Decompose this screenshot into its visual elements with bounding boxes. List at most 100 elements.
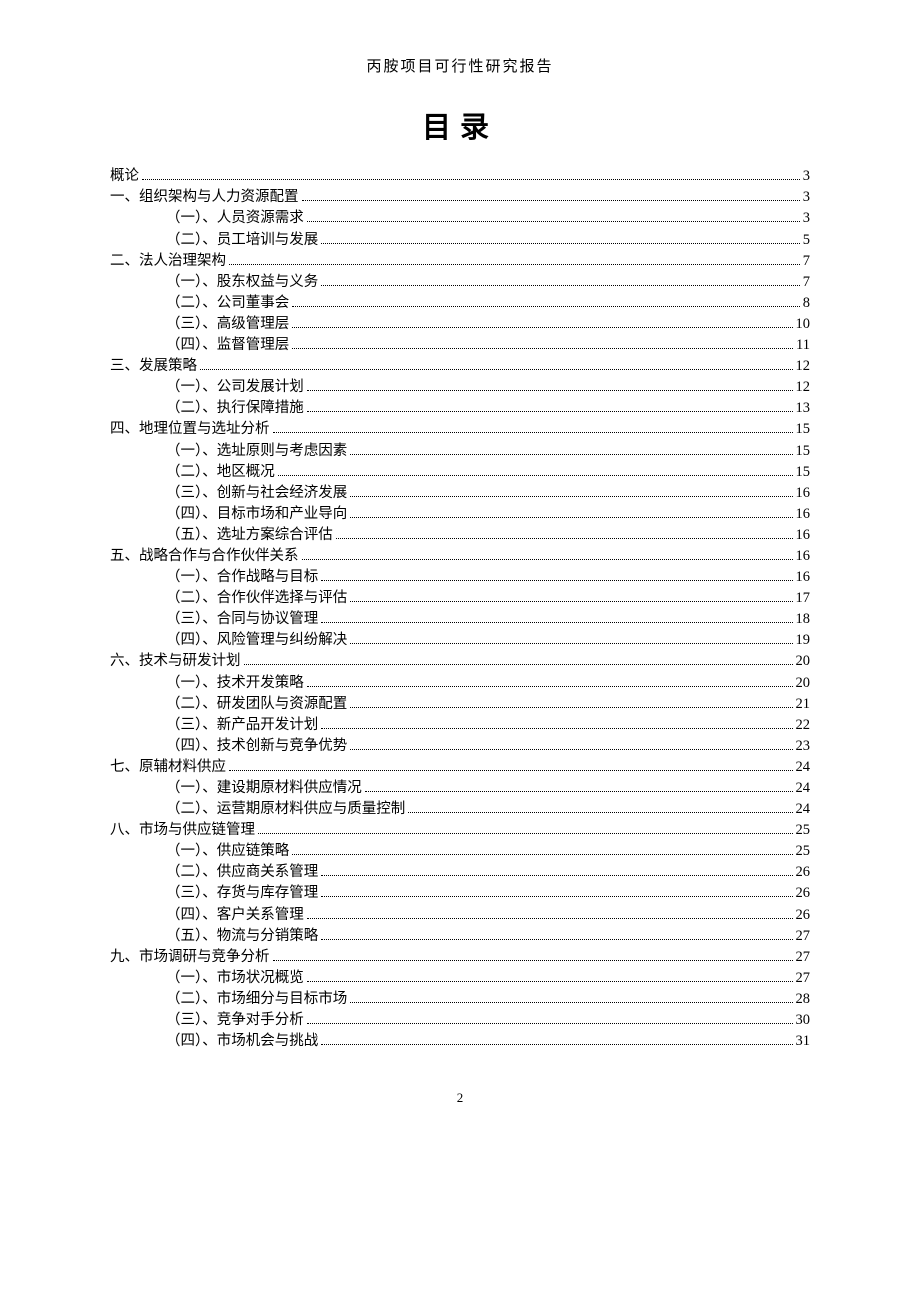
toc-entry-label: （四）、监督管理层 <box>166 338 289 353</box>
document-page: 丙胺项目可行性研究报告 目录 概论 3 一、组织架构与人力资源配置3（一）、人员资源… <box>0 0 920 1146</box>
toc-leader-dots <box>365 782 793 792</box>
toc-entry: 概论 3 <box>110 166 810 187</box>
toc-leader-dots <box>229 255 800 265</box>
toc-entry-label: （一）、技术开发策略 <box>166 676 304 691</box>
toc-entry: （一）、建设期原材料供应情况 24 <box>110 778 810 799</box>
toc-leader-dots <box>142 171 800 181</box>
toc-leader-dots <box>307 213 800 223</box>
toc-entry: （三）、存货与库存管理26 <box>110 883 810 904</box>
toc-entry-page: 28 <box>796 992 811 1007</box>
toc-leader-dots <box>292 297 800 307</box>
toc-entry: （四）、客户关系管理26 <box>110 904 810 925</box>
toc-entry-page: 24 <box>796 781 811 796</box>
toc-entry-page: 25 <box>796 844 811 859</box>
toc-entry-label: 七、原辅材料供应 <box>110 760 226 775</box>
toc-entry-label: （一）、股东权益与义务 <box>166 275 318 290</box>
toc-entry-label: （一）、建设期原材料供应情况 <box>166 781 362 796</box>
toc-leader-dots <box>273 424 793 434</box>
toc-entry-page: 20 <box>796 676 811 691</box>
toc-entry-page: 11 <box>796 338 810 353</box>
toc-entry: 二、法人治理架构7 <box>110 250 810 271</box>
toc-leader-dots <box>307 972 793 982</box>
toc-leader-dots <box>321 930 792 940</box>
toc-entry-label: （四）、目标市场和产业导向 <box>166 507 347 522</box>
toc-entry-page: 5 <box>803 233 810 248</box>
toc-entry-page: 24 <box>796 802 811 817</box>
toc-leader-dots <box>307 909 793 919</box>
toc-entry-page: 18 <box>796 612 811 627</box>
toc-entry-label: （二）、公司董事会 <box>166 296 289 311</box>
toc-entry-page: 15 <box>796 422 811 437</box>
toc-leader-dots <box>292 318 792 328</box>
toc-entry-page: 30 <box>796 1013 811 1028</box>
toc-entry-label: 概论 <box>110 169 139 184</box>
toc-entry: （三）、创新与社会经济发展16 <box>110 482 810 503</box>
toc-entry-page: 16 <box>796 570 811 585</box>
toc-leader-dots <box>292 339 793 349</box>
toc-leader-dots <box>350 740 792 750</box>
toc-entry-page: 26 <box>796 908 811 923</box>
toc-entry-page: 31 <box>796 1034 811 1049</box>
toc-leader-dots <box>244 656 793 666</box>
toc-entry-page: 8 <box>803 296 810 311</box>
toc-entry-label: （三）、合同与协议管理 <box>166 612 318 627</box>
toc-entry: （二）、供应商关系管理 26 <box>110 862 810 883</box>
toc-leader-dots <box>321 867 792 877</box>
toc-entry-page: 25 <box>796 823 811 838</box>
toc-entry-label: （二）、员工培训与发展 <box>166 233 318 248</box>
toc-leader-dots <box>307 677 793 687</box>
toc-entry: （四）、技术创新与竞争优势23 <box>110 736 810 757</box>
running-header: 丙胺项目可行性研究报告 <box>110 55 810 76</box>
toc-entry: （一）、公司发展计划12 <box>110 377 810 398</box>
toc-entry-page: 16 <box>796 549 811 564</box>
toc-entry: （二）、合作伙伴选择与评估17 <box>110 588 810 609</box>
toc-entry: 三、发展策略 12 <box>110 356 810 377</box>
toc-leader-dots <box>307 403 793 413</box>
toc-entry: （五）、选址方案综合评估16 <box>110 525 810 546</box>
toc-entry: （一）、技术开发策略 20 <box>110 672 810 693</box>
toc-entry-label: （二）、执行保障措施 <box>166 401 304 416</box>
toc-entry-page: 10 <box>796 317 811 332</box>
toc-leader-dots <box>321 614 792 624</box>
toc-entry-page: 12 <box>796 359 811 374</box>
toc-entry-label: （二）、市场细分与目标市场 <box>166 992 347 1007</box>
toc-entry: （一）、人员资源需求3 <box>110 208 810 229</box>
toc-leader-dots <box>350 698 792 708</box>
toc-entry-page: 24 <box>796 760 811 775</box>
toc-entry: （二）、地区概况15 <box>110 461 810 482</box>
toc-entry: （二）、运营期原材料供应与质量控制 24 <box>110 799 810 820</box>
toc-entry-page: 16 <box>796 486 811 501</box>
toc-title: 目录 <box>110 104 810 146</box>
toc-entry: （二）、公司董事会 8 <box>110 293 810 314</box>
toc-entry: （三）、竞争对手分析30 <box>110 1010 810 1031</box>
toc-leader-dots <box>302 550 793 560</box>
toc-entry: （四）、目标市场和产业导向 16 <box>110 504 810 525</box>
toc-entry-label: 九、市场调研与竞争分析 <box>110 950 270 965</box>
toc-entry-label: （三）、高级管理层 <box>166 317 289 332</box>
toc-leader-dots <box>321 276 800 286</box>
toc-leader-dots <box>321 888 792 898</box>
toc-entry-label: （一）、合作战略与目标 <box>166 570 318 585</box>
toc-entry-page: 3 <box>803 169 810 184</box>
toc-entry-label: （五）、选址方案综合评估 <box>166 528 333 543</box>
toc-entry: （四）、风险管理与纠纷解决19 <box>110 630 810 651</box>
toc-entry-page: 26 <box>796 865 811 880</box>
toc-entry-label: （二）、供应商关系管理 <box>166 865 318 880</box>
toc-entry-label: （二）、运营期原材料供应与质量控制 <box>166 802 405 817</box>
toc-entry-page: 15 <box>796 444 811 459</box>
toc-entry-label: （一）、选址原则与考虑因素 <box>166 444 347 459</box>
toc-entry-page: 13 <box>796 401 811 416</box>
toc-entry: （三）、高级管理层 10 <box>110 314 810 335</box>
toc-leader-dots <box>408 803 792 813</box>
toc-entry-page: 21 <box>796 697 811 712</box>
toc-entry-label: （五）、物流与分销策略 <box>166 929 318 944</box>
toc-entry: （四）、监督管理层 11 <box>110 335 810 356</box>
toc-leader-dots <box>350 445 792 455</box>
toc-entry: 一、组织架构与人力资源配置3 <box>110 187 810 208</box>
toc-entry-page: 16 <box>796 507 811 522</box>
toc-leader-dots <box>258 825 793 835</box>
toc-entry-label: （四）、市场机会与挑战 <box>166 1034 318 1049</box>
toc-entry-page: 23 <box>796 739 811 754</box>
toc-entry: 八、市场与供应链管理25 <box>110 820 810 841</box>
toc-entry-label: 三、发展策略 <box>110 359 197 374</box>
